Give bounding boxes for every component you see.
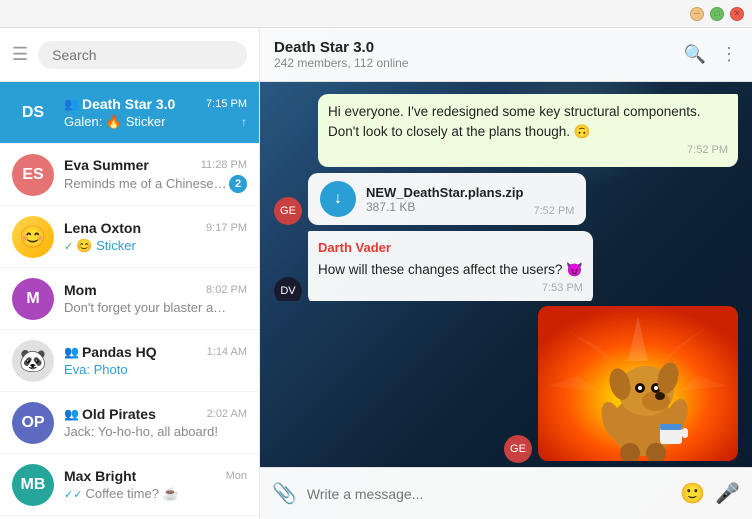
chat-time-lena-oxton: 9:17 PM bbox=[206, 222, 247, 234]
chat-header-info: Death Star 3.0 242 members, 112 online bbox=[274, 39, 676, 70]
mic-icon[interactable]: 🎤 bbox=[715, 481, 740, 506]
file-size: 387.1 KB bbox=[366, 200, 523, 214]
chat-info-death-star: 👥 Death Star 3.0 7:15 PM Galen: 🔥 Sticker ↑ bbox=[64, 96, 247, 130]
chat-list: DS 👥 Death Star 3.0 7:15 PM Galen: 🔥 Sticke… bbox=[0, 82, 259, 519]
group-icon-pandas-hq: 👥 bbox=[64, 345, 79, 359]
chat-preview-max-bright: ✓✓ Coffee time? ☕ bbox=[64, 486, 179, 502]
chat-item-pandas-hq[interactable]: 🐼 👥 Pandas HQ 1:14 AM Eva: Photo bbox=[0, 330, 259, 392]
chat-preview-eva-summer: Reminds me of a Chinese prove... bbox=[64, 176, 229, 191]
chat-time-pandas-hq: 1:14 AM bbox=[207, 346, 247, 358]
message-input-area: 📎 🙂 🎤 bbox=[260, 467, 752, 519]
avatar-eva-summer: ES bbox=[12, 154, 54, 196]
chat-header: Death Star 3.0 242 members, 112 online 🔍… bbox=[260, 28, 752, 82]
minimize-button[interactable]: ─ bbox=[690, 7, 704, 21]
chat-header-actions: 🔍 ⋮ bbox=[684, 44, 738, 65]
chat-item-max-bright[interactable]: MB Max Bright Mon ✓✓ Coffee time? ☕ bbox=[0, 454, 259, 516]
file-sender-avatar: GE bbox=[274, 197, 302, 225]
chat-header-status: 242 members, 112 online bbox=[274, 56, 676, 70]
chat-time-mom: 8:02 PM bbox=[206, 284, 247, 296]
chat-info-max-bright: Max Bright Mon ✓✓ Coffee time? ☕ bbox=[64, 468, 247, 502]
chat-item-eva-summer[interactable]: ES Eva Summer 11:28 PM Reminds me of a Chin… bbox=[0, 144, 259, 206]
message-row-msg3: DV Darth Vader How will these changes affe… bbox=[274, 231, 738, 301]
attach-icon[interactable]: 📎 bbox=[272, 481, 297, 506]
chat-info-eva-summer: Eva Summer 11:28 PM Reminds me of a Chines… bbox=[64, 157, 247, 193]
search-box[interactable] bbox=[38, 41, 247, 69]
chat-main: Death Star 3.0 242 members, 112 online 🔍… bbox=[260, 28, 752, 519]
chat-preview-old-pirates: Jack: Yo-ho-ho, all aboard! bbox=[64, 424, 218, 439]
chat-header-name: Death Star 3.0 bbox=[274, 39, 676, 56]
chat-name-death-star: 👥 Death Star 3.0 bbox=[64, 96, 175, 112]
message-bubble-msg3: Darth Vader How will these changes affect… bbox=[308, 231, 593, 301]
group-icon-old-pirates: 👥 bbox=[64, 407, 79, 421]
chat-time-max-bright: Mon bbox=[226, 470, 247, 482]
chat-item-old-pirates[interactable]: OP 👥 Old Pirates 2:02 AM Jack: Yo-ho-ho, al… bbox=[0, 392, 259, 454]
chat-info-lena-oxton: Lena Oxton 9:17 PM ✓ 😊 Sticker bbox=[64, 220, 247, 254]
chat-time-old-pirates: 2:02 AM bbox=[207, 408, 247, 420]
avatar-lena-oxton: 😊 bbox=[12, 216, 54, 258]
chat-preview-lena-oxton: ✓ 😊 Sticker bbox=[64, 238, 136, 254]
chat-info-mom: Mom 8:02 PM Don't forget your blaster and … bbox=[64, 282, 247, 315]
msg-avatar-msg3: DV bbox=[274, 277, 302, 301]
file-name: NEW_DeathStar.plans.zip bbox=[366, 185, 523, 200]
pin-icon-death-star: ↑ bbox=[241, 115, 247, 129]
search-header-icon[interactable]: 🔍 bbox=[684, 44, 706, 65]
msg-time-msg3: 7:53 PM bbox=[318, 281, 583, 297]
message-msg1: Hi everyone. I've redesigned some key st… bbox=[318, 94, 738, 167]
sticker-sender-avatar: GE bbox=[504, 435, 532, 463]
sidebar: ☰ DS 👥 Death Star 3.0 7:15 PM Galen: 🔥 Stic… bbox=[0, 28, 260, 519]
search-input[interactable] bbox=[52, 47, 233, 63]
chat-item-mom[interactable]: M Mom 8:02 PM Don't forget your blaster and… bbox=[0, 268, 259, 330]
chat-item-lena-oxton[interactable]: 😊 Lena Oxton 9:17 PM ✓ 😊 Sticker bbox=[0, 206, 259, 268]
messages-area: Hi everyone. I've redesigned some key st… bbox=[260, 82, 752, 301]
chat-name-lena-oxton: Lena Oxton bbox=[64, 220, 141, 236]
unread-badge-eva-summer: 2 bbox=[229, 175, 247, 193]
file-bubble-msg2: ↓ NEW_DeathStar.plans.zip387.1 KB 7:52 PM bbox=[308, 173, 586, 225]
msg-text-msg3: How will these changes affect the users?… bbox=[318, 260, 583, 280]
sidebar-header: ☰ bbox=[0, 28, 259, 82]
message-input[interactable] bbox=[307, 486, 670, 502]
app-body: ☰ DS 👥 Death Star 3.0 7:15 PM Galen: 🔥 Stic… bbox=[0, 28, 752, 519]
maximize-button[interactable]: □ bbox=[710, 7, 724, 21]
close-button[interactable]: ✕ bbox=[730, 7, 744, 21]
chat-name-old-pirates: 👥 Old Pirates bbox=[64, 406, 156, 422]
download-icon[interactable]: ↓ bbox=[320, 181, 356, 217]
group-icon-death-star: 👥 bbox=[64, 97, 79, 111]
avatar-old-pirates: OP bbox=[12, 402, 54, 444]
sticker-svg bbox=[538, 306, 738, 461]
window-chrome: ─ □ ✕ bbox=[0, 0, 752, 28]
chat-time-eva-summer: 11:28 PM bbox=[201, 159, 247, 171]
avatar-pandas-hq: 🐼 bbox=[12, 340, 54, 382]
file-time: 7:52 PM bbox=[533, 205, 574, 217]
chat-info-pandas-hq: 👥 Pandas HQ 1:14 AM Eva: Photo bbox=[64, 344, 247, 377]
hamburger-icon[interactable]: ☰ bbox=[12, 44, 28, 65]
chat-item-death-star[interactable]: DS 👥 Death Star 3.0 7:15 PM Galen: 🔥 Sticke… bbox=[0, 82, 259, 144]
chat-preview-pandas-hq: Eva: Photo bbox=[64, 362, 128, 377]
avatar-death-star: DS bbox=[12, 92, 54, 134]
msg-sender-msg3: Darth Vader bbox=[318, 239, 583, 258]
chat-name-max-bright: Max Bright bbox=[64, 468, 136, 484]
more-header-icon[interactable]: ⋮ bbox=[720, 44, 738, 65]
chat-name-mom: Mom bbox=[64, 282, 97, 298]
sticker-area: GE bbox=[538, 301, 738, 461]
emoji-icon[interactable]: 🙂 bbox=[680, 481, 705, 506]
avatar-max-bright: MB bbox=[12, 464, 54, 506]
chat-name-eva-summer: Eva Summer bbox=[64, 157, 149, 173]
file-message-row: GE ↓ NEW_DeathStar.plans.zip387.1 KB 7:52 P… bbox=[274, 173, 738, 225]
chat-preview-mom: Don't forget your blaster and helmet bbox=[64, 300, 229, 315]
avatar-mom: M bbox=[12, 278, 54, 320]
chat-time-death-star: 7:15 PM bbox=[206, 98, 247, 110]
chat-preview-death-star: Galen: 🔥 Sticker bbox=[64, 114, 165, 130]
chat-info-old-pirates: 👥 Old Pirates 2:02 AM Jack: Yo-ho-ho, all … bbox=[64, 406, 247, 439]
chat-name-pandas-hq: 👥 Pandas HQ bbox=[64, 344, 157, 360]
